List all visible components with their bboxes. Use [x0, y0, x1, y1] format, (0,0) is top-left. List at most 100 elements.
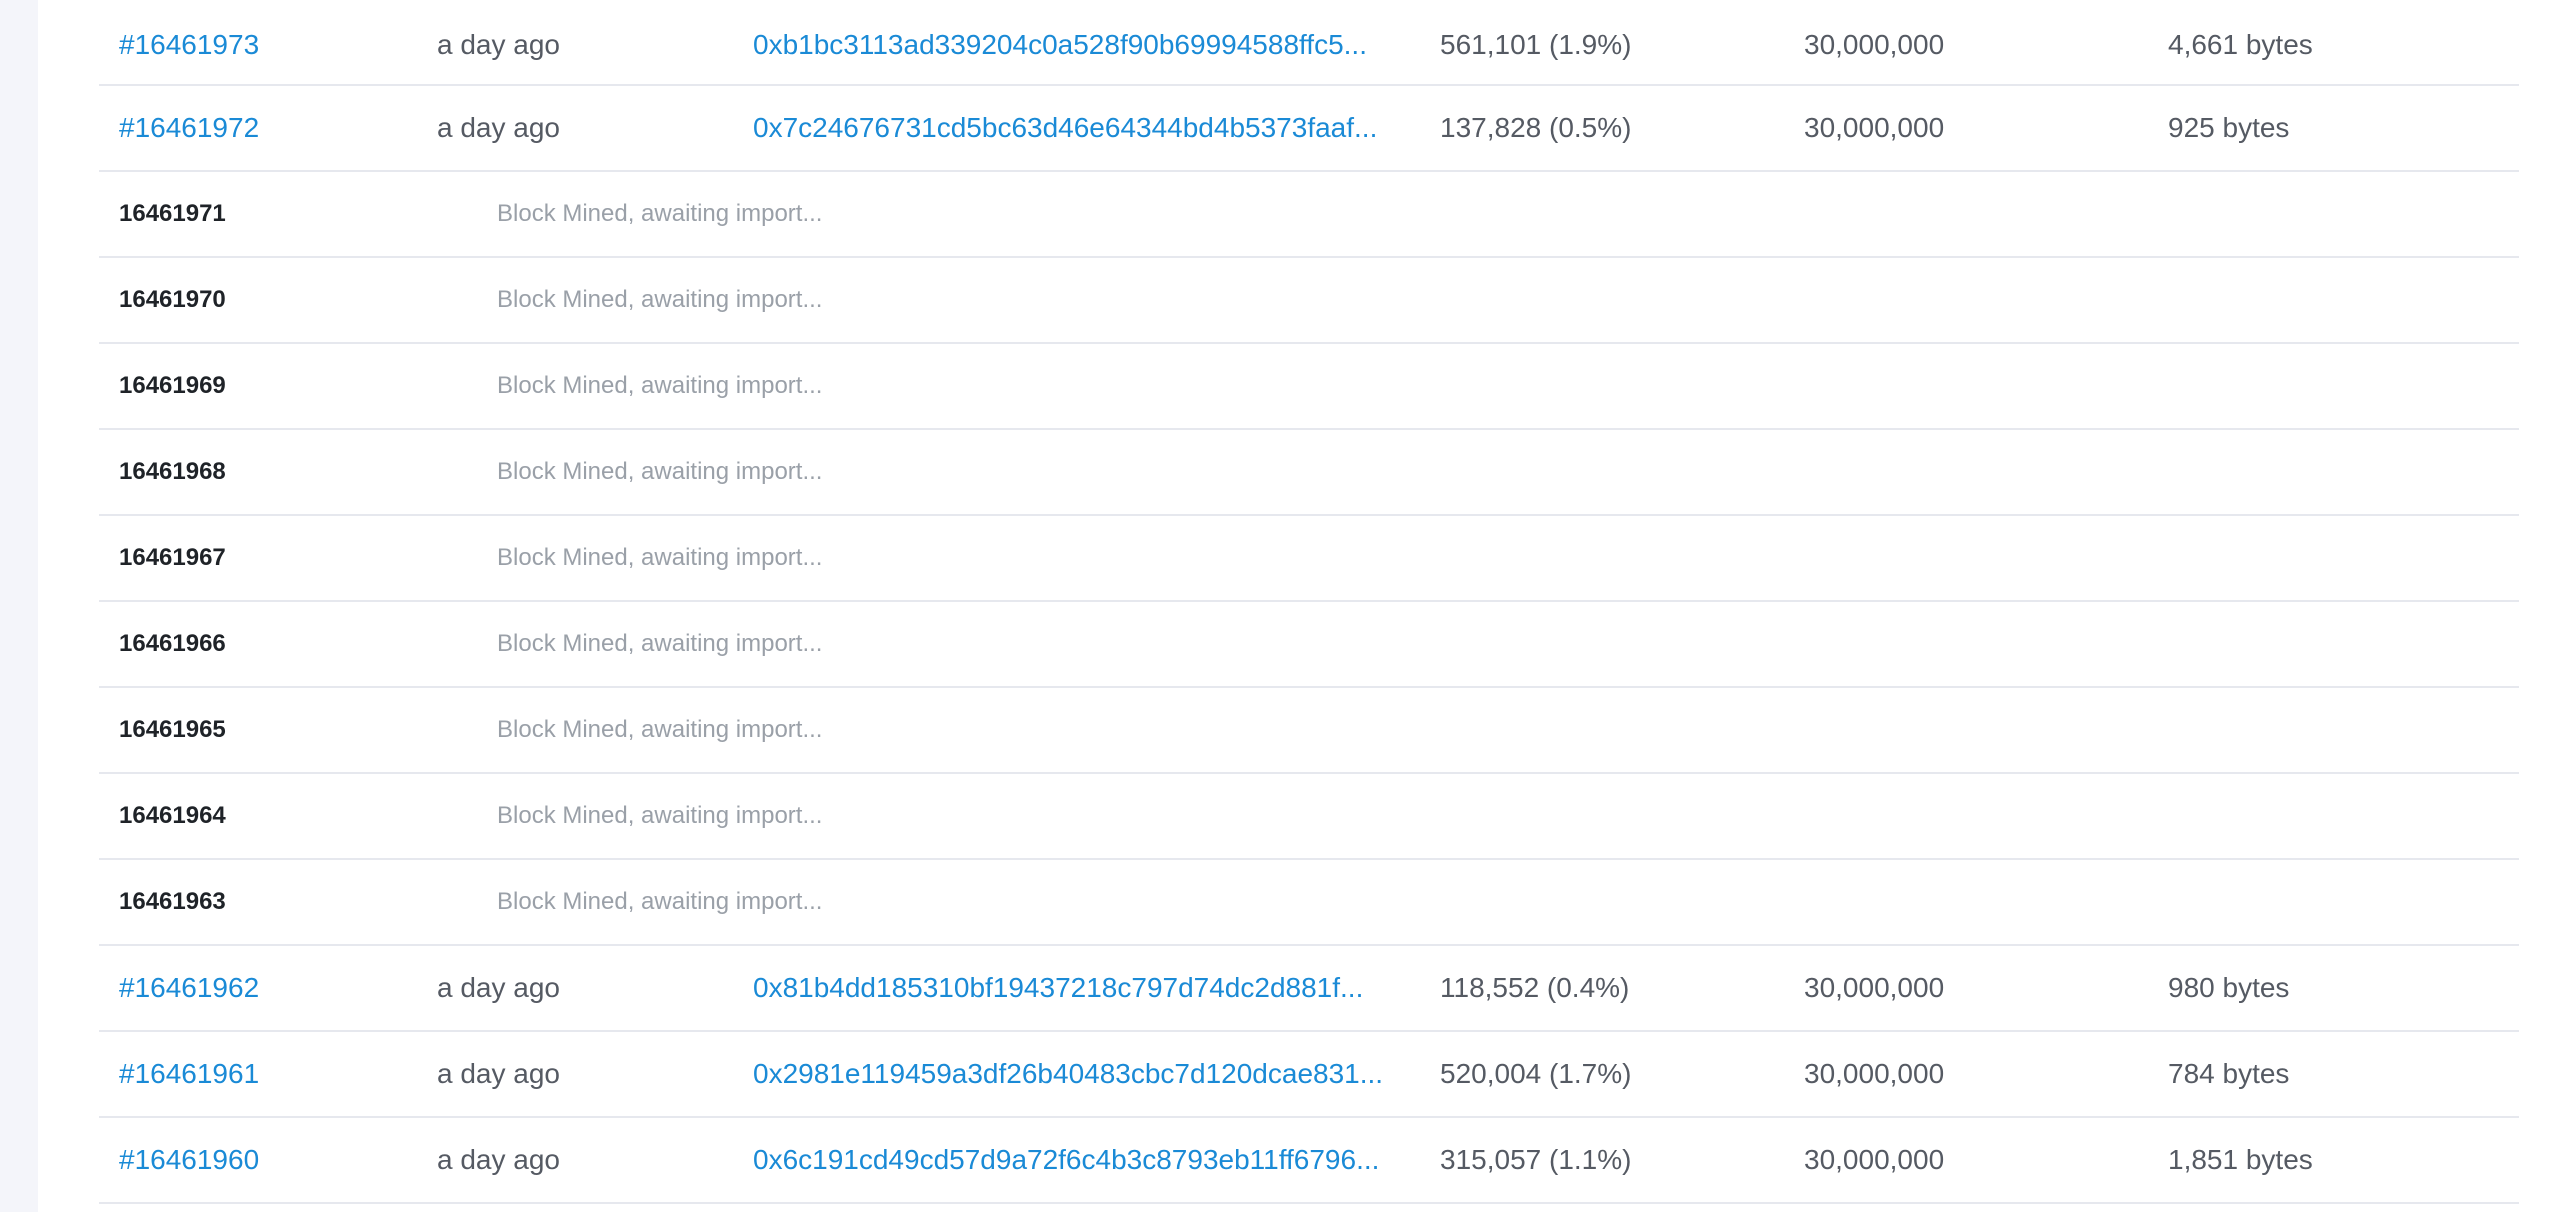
block-age: a day ago [437, 1058, 560, 1089]
table-row: #16461973 a day ago 0xb1bc3113ad339204c0… [99, 0, 2519, 86]
pending-status-cell: Block Mined, awaiting import... [497, 344, 1297, 428]
block-number-link[interactable]: #16461973 [119, 29, 259, 61]
block-number-cell: 16461968 [119, 430, 419, 514]
block-number-cell: 16461971 [119, 172, 419, 256]
left-gutter [0, 0, 38, 1212]
block-hash-link[interactable]: 0x81b4dd185310bf19437218c797d74dc2d881f.… [753, 972, 1363, 1004]
block-number-cell: 16461965 [119, 688, 419, 772]
pending-block-number: 16461968 [119, 458, 226, 485]
block-size-cell: 1,851 bytes [2168, 1118, 2508, 1202]
pending-block-number: 16461963 [119, 888, 226, 915]
block-hash-link[interactable]: 0x6c191cd49cd57d9a72f6c4b3c8793eb11ff679… [753, 1144, 1379, 1176]
table-row: #16461960 a day ago 0x6c191cd49cd57d9a72… [99, 1118, 2519, 1204]
block-number-cell: #16461973 [119, 2, 419, 88]
block-hash-link[interactable]: 0xb1bc3113ad339204c0a528f90b69994588ffc5… [753, 29, 1367, 61]
pending-block-number: 16461971 [119, 200, 226, 227]
block-size-cell: 925 bytes [2168, 86, 2508, 170]
block-hash-cell: 0x6c191cd49cd57d9a72f6c4b3c8793eb11ff679… [753, 1118, 1413, 1202]
block-hash-cell: 0xb1bc3113ad339204c0a528f90b69994588ffc5… [753, 2, 1413, 88]
block-number-cell: #16461962 [119, 946, 419, 1030]
block-age: a day ago [437, 29, 560, 60]
block-number-cell: 16461970 [119, 258, 419, 342]
block-age-cell: a day ago [437, 86, 737, 170]
gas-used-cell: 561,101 (1.9%) [1440, 2, 1780, 88]
block-size-cell: 784 bytes [2168, 1032, 2508, 1116]
block-number-cell: #16461960 [119, 1118, 419, 1202]
gas-limit: 30,000,000 [1804, 29, 1945, 60]
gas-limit: 30,000,000 [1804, 112, 1945, 143]
block-age: a day ago [437, 972, 560, 1003]
pending-status: Block Mined, awaiting import... [497, 458, 823, 485]
table-row: #16461961 a day ago 0x2981e119459a3df26b… [99, 1032, 2519, 1118]
pending-block-number: 16461970 [119, 286, 226, 313]
pending-status-cell: Block Mined, awaiting import... [497, 258, 1297, 342]
gas-used-cell: 520,004 (1.7%) [1440, 1032, 1780, 1116]
block-size: 980 bytes [2168, 972, 2290, 1003]
pending-status-cell: Block Mined, awaiting import... [497, 860, 1297, 944]
block-number-cell: #16461961 [119, 1032, 419, 1116]
gas-limit: 30,000,000 [1804, 1144, 1945, 1175]
block-hash-cell: 0x2981e119459a3df26b40483cbc7d120dcae831… [753, 1032, 1413, 1116]
table-row-pending: 16461965 Block Mined, awaiting import... [99, 688, 2519, 774]
table-row-pending: 16461970 Block Mined, awaiting import... [99, 258, 2519, 344]
pending-status-cell: Block Mined, awaiting import... [497, 430, 1297, 514]
table-row-pending: 16461967 Block Mined, awaiting import... [99, 516, 2519, 602]
block-number-link[interactable]: #16461960 [119, 1144, 259, 1176]
gas-used: 137,828 (0.5%) [1440, 112, 1632, 143]
block-number-link[interactable]: #16461972 [119, 112, 259, 144]
block-hash-link[interactable]: 0x7c24676731cd5bc63d46e64344bd4b5373faaf… [753, 112, 1377, 144]
block-number-cell: 16461969 [119, 344, 419, 428]
gas-limit: 30,000,000 [1804, 1058, 1945, 1089]
table-row-pending: 16461964 Block Mined, awaiting import... [99, 774, 2519, 860]
block-number-link[interactable]: #16461962 [119, 972, 259, 1004]
block-number-cell: 16461966 [119, 602, 419, 686]
pending-status: Block Mined, awaiting import... [497, 544, 823, 571]
table-row-pending: 16461969 Block Mined, awaiting import... [99, 344, 2519, 430]
pending-status-cell: Block Mined, awaiting import... [497, 774, 1297, 858]
pending-block-number: 16461969 [119, 372, 226, 399]
block-hash-cell: 0x81b4dd185310bf19437218c797d74dc2d881f.… [753, 946, 1413, 1030]
table-row-pending: 16461966 Block Mined, awaiting import... [99, 602, 2519, 688]
gas-used-cell: 118,552 (0.4%) [1440, 946, 1780, 1030]
block-size-cell: 980 bytes [2168, 946, 2508, 1030]
gas-limit-cell: 30,000,000 [1804, 86, 2144, 170]
gas-limit: 30,000,000 [1804, 972, 1945, 1003]
block-hash-link[interactable]: 0x2981e119459a3df26b40483cbc7d120dcae831… [753, 1058, 1383, 1090]
block-number-cell: 16461963 [119, 860, 419, 944]
pending-block-number: 16461965 [119, 716, 226, 743]
block-age: a day ago [437, 1144, 560, 1175]
block-size: 1,851 bytes [2168, 1144, 2313, 1175]
gas-used: 315,057 (1.1%) [1440, 1144, 1632, 1175]
pending-status: Block Mined, awaiting import... [497, 716, 823, 743]
gas-used-cell: 315,057 (1.1%) [1440, 1118, 1780, 1202]
gas-used: 520,004 (1.7%) [1440, 1058, 1632, 1089]
pending-status: Block Mined, awaiting import... [497, 630, 823, 657]
block-number-cell: 16461967 [119, 516, 419, 600]
pending-block-number: 16461964 [119, 802, 226, 829]
block-age: a day ago [437, 112, 560, 143]
pending-status-cell: Block Mined, awaiting import... [497, 516, 1297, 600]
pending-status-cell: Block Mined, awaiting import... [497, 688, 1297, 772]
pending-status-cell: Block Mined, awaiting import... [497, 602, 1297, 686]
block-number-cell: #16461972 [119, 86, 419, 170]
block-number-cell: 16461964 [119, 774, 419, 858]
table-row: #16461962 a day ago 0x81b4dd185310bf1943… [99, 946, 2519, 1032]
table-row-pending: 16461971 Block Mined, awaiting import... [99, 172, 2519, 258]
pending-status-cell: Block Mined, awaiting import... [497, 172, 1297, 256]
gas-used: 118,552 (0.4%) [1440, 972, 1630, 1003]
table-row-pending: 16461968 Block Mined, awaiting import... [99, 430, 2519, 516]
block-hash-cell: 0x7c24676731cd5bc63d46e64344bd4b5373faaf… [753, 86, 1413, 170]
block-age-cell: a day ago [437, 1032, 737, 1116]
block-size: 4,661 bytes [2168, 29, 2313, 60]
block-number-link[interactable]: #16461961 [119, 1058, 259, 1090]
gas-limit-cell: 30,000,000 [1804, 1032, 2144, 1116]
pending-status: Block Mined, awaiting import... [497, 802, 823, 829]
pending-status: Block Mined, awaiting import... [497, 200, 823, 227]
block-age-cell: a day ago [437, 946, 737, 1030]
pending-status: Block Mined, awaiting import... [497, 286, 823, 313]
block-size: 784 bytes [2168, 1058, 2290, 1089]
pending-status: Block Mined, awaiting import... [497, 372, 823, 399]
table-row-pending: 16461963 Block Mined, awaiting import... [99, 860, 2519, 946]
block-size-cell: 4,661 bytes [2168, 2, 2508, 88]
pending-block-number: 16461966 [119, 630, 226, 657]
